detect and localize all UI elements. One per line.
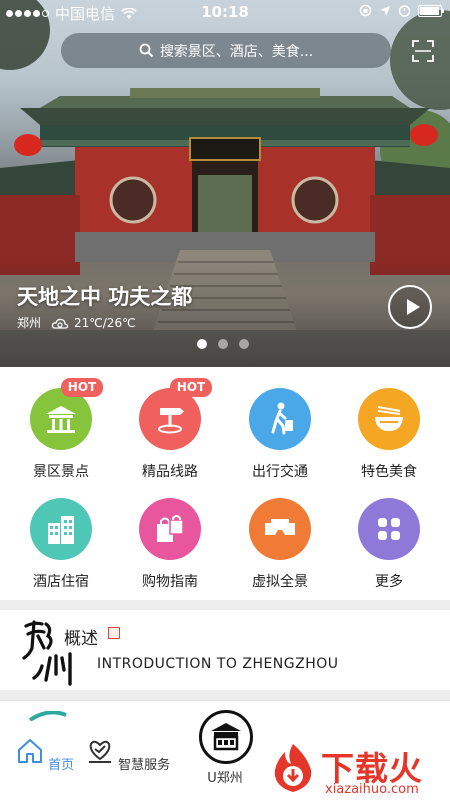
signpost-icon [158,408,184,434]
hero-title: 天地之中 功夫之都 [17,285,193,309]
hero-banner[interactable]: 中国电信 10:18 搜索景区、酒店、美食... 天地之中 功夫之都 郑州 21… [0,0,450,367]
scan-qr-icon[interactable] [412,40,434,62]
carousel-pager [197,339,249,349]
status-bar: 中国电信 10:18 [0,0,450,24]
alarm-icon [398,5,411,17]
hero-gradient [0,257,450,367]
xiazaihuo-logo-icon [274,744,312,792]
grid-item-scenic-spots[interactable]: HOT 景区景点 [5,378,117,481]
grid-item-routes[interactable]: HOT 精品线路 [114,378,226,481]
shopping-bags-icon [157,515,184,542]
grid-item-more[interactable]: 更多 [333,498,445,591]
u-zhengzhou-badge-icon [211,723,241,751]
tab-label: 智慧服务 [118,758,171,773]
grid-item-shopping[interactable]: 购物指南 [114,498,226,591]
grid-item-label: 虚拟全景 [252,574,308,590]
search-bar[interactable]: 搜索景区、酒店、美食... [61,33,391,68]
grid-item-label: 更多 [375,574,403,590]
tab-u-zhengzhou-label[interactable]: U郑州 [180,767,270,786]
section-divider [0,690,450,700]
battery-icon [418,4,444,17]
hot-badge: HOT [61,378,103,397]
hotel-buildings-icon [48,516,74,544]
tab-label: 首页 [48,758,75,773]
hero-city: 郑州 [17,316,42,330]
u-zhengzhou-badge[interactable] [199,710,253,764]
rotation-lock-icon [359,4,372,17]
category-grid: HOT 景区景点 HOT 精品线路 出行交通 特色美食 酒店住宿 购物指南 虚拟… [0,367,450,599]
pager-dot[interactable] [218,339,228,349]
grid-item-label: 酒店住宿 [33,574,89,590]
intro-subtitle: INTRODUCTION TO ZHENGZHOU [97,656,339,672]
grid-item-hotels[interactable]: 酒店住宿 [5,498,117,591]
hero-weather: 21℃/26℃ [74,315,136,330]
cloud-sun-icon [51,318,69,329]
location-arrow-icon [380,5,390,16]
grid-item-label: 特色美食 [361,464,417,480]
grid-item-transport[interactable]: 出行交通 [224,388,336,481]
pager-dot[interactable] [239,339,249,349]
intro-title: 概述 [64,629,98,649]
hot-badge: HOT [170,378,212,397]
section-divider [0,600,450,610]
grid-item-label: 出行交通 [252,464,308,480]
heart-hand-icon [88,740,111,763]
more-grid-icon [378,518,400,540]
vr-glasses-icon [265,519,295,535]
tab-smart-service[interactable]: 智慧服务 [83,737,173,773]
grid-item-label: 精品线路 [142,464,198,480]
walking-luggage-icon [271,402,293,435]
grid-item-label: 景区景点 [33,464,89,480]
home-icon [17,739,42,763]
play-video-button[interactable] [388,285,432,329]
grid-item-label: 购物指南 [142,574,198,590]
pager-dot[interactable] [197,339,207,349]
intro-card[interactable]: 概述 INTRODUCTION TO ZHENGZHOU [0,610,450,690]
scenic-spot-icon [46,406,76,433]
tab-home[interactable]: 首页 [0,737,90,773]
search-icon [139,43,154,58]
noodle-bowl-icon [375,406,403,431]
watermark-url: xiazaihuo.com [325,782,419,797]
xiazaihuo-watermark: 下载火 xiazaihuo.com [263,736,450,800]
hero-meta: 郑州 21℃/26℃ [17,314,136,331]
red-seal-icon [108,627,120,639]
grid-item-vr-panorama[interactable]: 虚拟全景 [224,498,336,591]
search-placeholder: 搜索景区、酒店、美食... [159,43,314,60]
grid-item-food[interactable]: 特色美食 [333,388,445,481]
content-peek-icon [28,711,67,721]
